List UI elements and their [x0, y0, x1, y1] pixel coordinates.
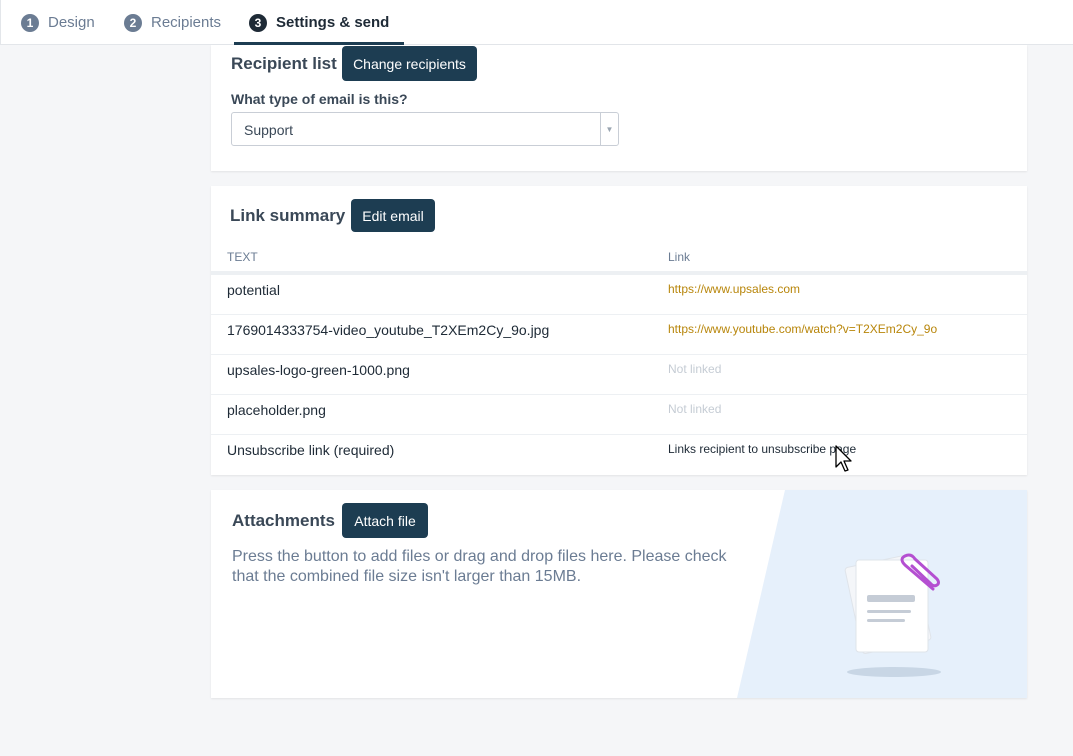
step-label-design: Design: [48, 14, 95, 31]
attachments-title: Attachments: [232, 511, 335, 530]
recipient-list-card: Recipient list Change recipients What ty…: [211, 45, 1027, 171]
chevron-down-icon: ▼: [600, 113, 618, 145]
step-number-2: 2: [124, 13, 142, 32]
column-header-text: TEXT: [227, 250, 258, 264]
email-type-select[interactable]: Support ▼: [231, 112, 619, 146]
table-row: upsales-logo-green-1000.png Not linked: [211, 355, 1027, 395]
row-link[interactable]: https://www.upsales.com: [668, 282, 800, 296]
attachments-card: Attachments Attach file Press the button…: [211, 490, 1027, 698]
step-design[interactable]: 1 Design: [21, 0, 95, 45]
link-table-header: TEXT Link: [211, 250, 1027, 275]
attachments-illustration: [737, 490, 1027, 698]
attach-file-button[interactable]: Attach file: [342, 503, 428, 538]
recipient-list-title: Recipient list: [231, 54, 337, 73]
row-text: potential: [227, 282, 280, 298]
step-label-recipients: Recipients: [151, 14, 222, 31]
row-text: 1769014333754-video_youtube_T2XEm2Cy_9o.…: [227, 322, 550, 338]
row-link-status: Not linked: [668, 402, 722, 416]
table-row: potential https://www.upsales.com: [211, 275, 1027, 315]
row-text: placeholder.png: [227, 402, 326, 418]
email-type-value: Support: [244, 122, 294, 138]
row-text: upsales-logo-green-1000.png: [227, 362, 410, 378]
row-link[interactable]: https://www.youtube.com/watch?v=T2XEm2Cy…: [668, 322, 937, 336]
mouse-cursor-icon: [835, 445, 852, 472]
step-number-3: 3: [249, 13, 267, 32]
table-row: Unsubscribe link (required) Links recipi…: [211, 435, 1027, 475]
email-type-label: What type of email is this?: [231, 91, 408, 107]
link-summary-title: Link summary: [230, 206, 346, 225]
table-row: placeholder.png Not linked: [211, 395, 1027, 435]
step-settings-send[interactable]: 3 Settings & send: [233, 0, 405, 45]
link-summary-card: Link summary Edit email TEXT Link potent…: [211, 186, 1027, 475]
step-recipients[interactable]: 2 Recipients: [124, 0, 221, 45]
step-bar: 1 Design 2 Recipients 3 Settings & send: [0, 0, 1073, 45]
step-number-1: 1: [21, 13, 39, 32]
row-link-description: Links recipient to unsubscribe page: [668, 442, 857, 456]
row-link-status: Not linked: [668, 362, 722, 376]
row-text: Unsubscribe link (required): [227, 442, 395, 458]
table-row: 1769014333754-video_youtube_T2XEm2Cy_9o.…: [211, 315, 1027, 355]
column-header-link: Link: [668, 250, 691, 264]
edit-email-button[interactable]: Edit email: [351, 199, 435, 232]
attachments-dropzone-text[interactable]: Press the button to add files or drag an…: [232, 547, 732, 587]
step-label-settings-send: Settings & send: [276, 14, 390, 31]
change-recipients-button[interactable]: Change recipients: [342, 46, 477, 81]
